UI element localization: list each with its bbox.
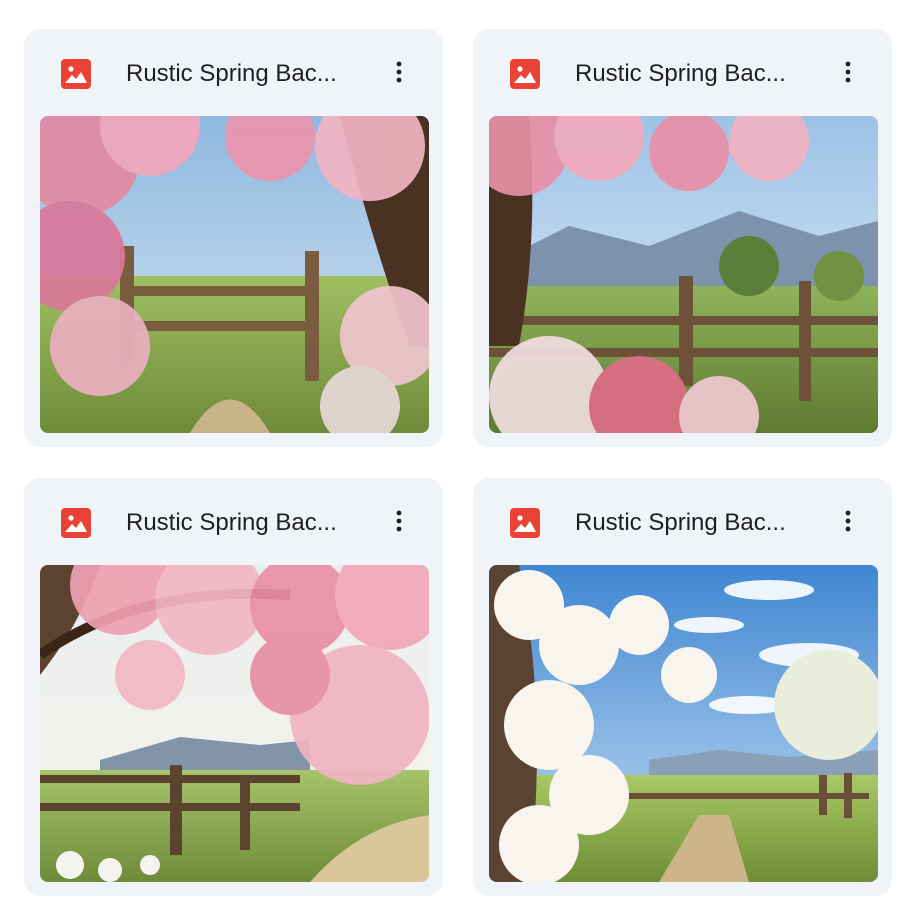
more-options-button[interactable] xyxy=(830,54,866,90)
more-options-button[interactable] xyxy=(381,503,417,539)
image-file-icon xyxy=(61,508,91,538)
file-card[interactable]: Rustic Spring Bac... xyxy=(473,478,892,896)
file-card-header: Rustic Spring Bac... xyxy=(473,478,892,565)
file-thumbnail[interactable] xyxy=(40,565,429,882)
file-card-header: Rustic Spring Bac... xyxy=(24,478,443,565)
file-title[interactable]: Rustic Spring Bac... xyxy=(575,505,815,541)
file-card[interactable]: Rustic Spring Bac... xyxy=(473,29,892,447)
image-file-icon xyxy=(510,59,540,89)
more-vert-icon xyxy=(845,510,851,532)
file-thumbnail[interactable] xyxy=(489,565,878,882)
image-file-icon xyxy=(510,508,540,538)
file-thumbnail[interactable] xyxy=(40,116,429,433)
more-options-button[interactable] xyxy=(830,503,866,539)
more-options-button[interactable] xyxy=(381,54,417,90)
file-thumbnail[interactable] xyxy=(489,116,878,433)
more-vert-icon xyxy=(396,510,402,532)
file-card[interactable]: Rustic Spring Bac... xyxy=(24,29,443,447)
file-title[interactable]: Rustic Spring Bac... xyxy=(126,56,366,92)
file-card[interactable]: Rustic Spring Bac... xyxy=(24,478,443,896)
file-card-header: Rustic Spring Bac... xyxy=(473,29,892,116)
file-title[interactable]: Rustic Spring Bac... xyxy=(126,505,366,541)
more-vert-icon xyxy=(396,61,402,83)
file-card-header: Rustic Spring Bac... xyxy=(24,29,443,116)
image-file-icon xyxy=(61,59,91,89)
more-vert-icon xyxy=(845,61,851,83)
file-title[interactable]: Rustic Spring Bac... xyxy=(575,56,815,92)
